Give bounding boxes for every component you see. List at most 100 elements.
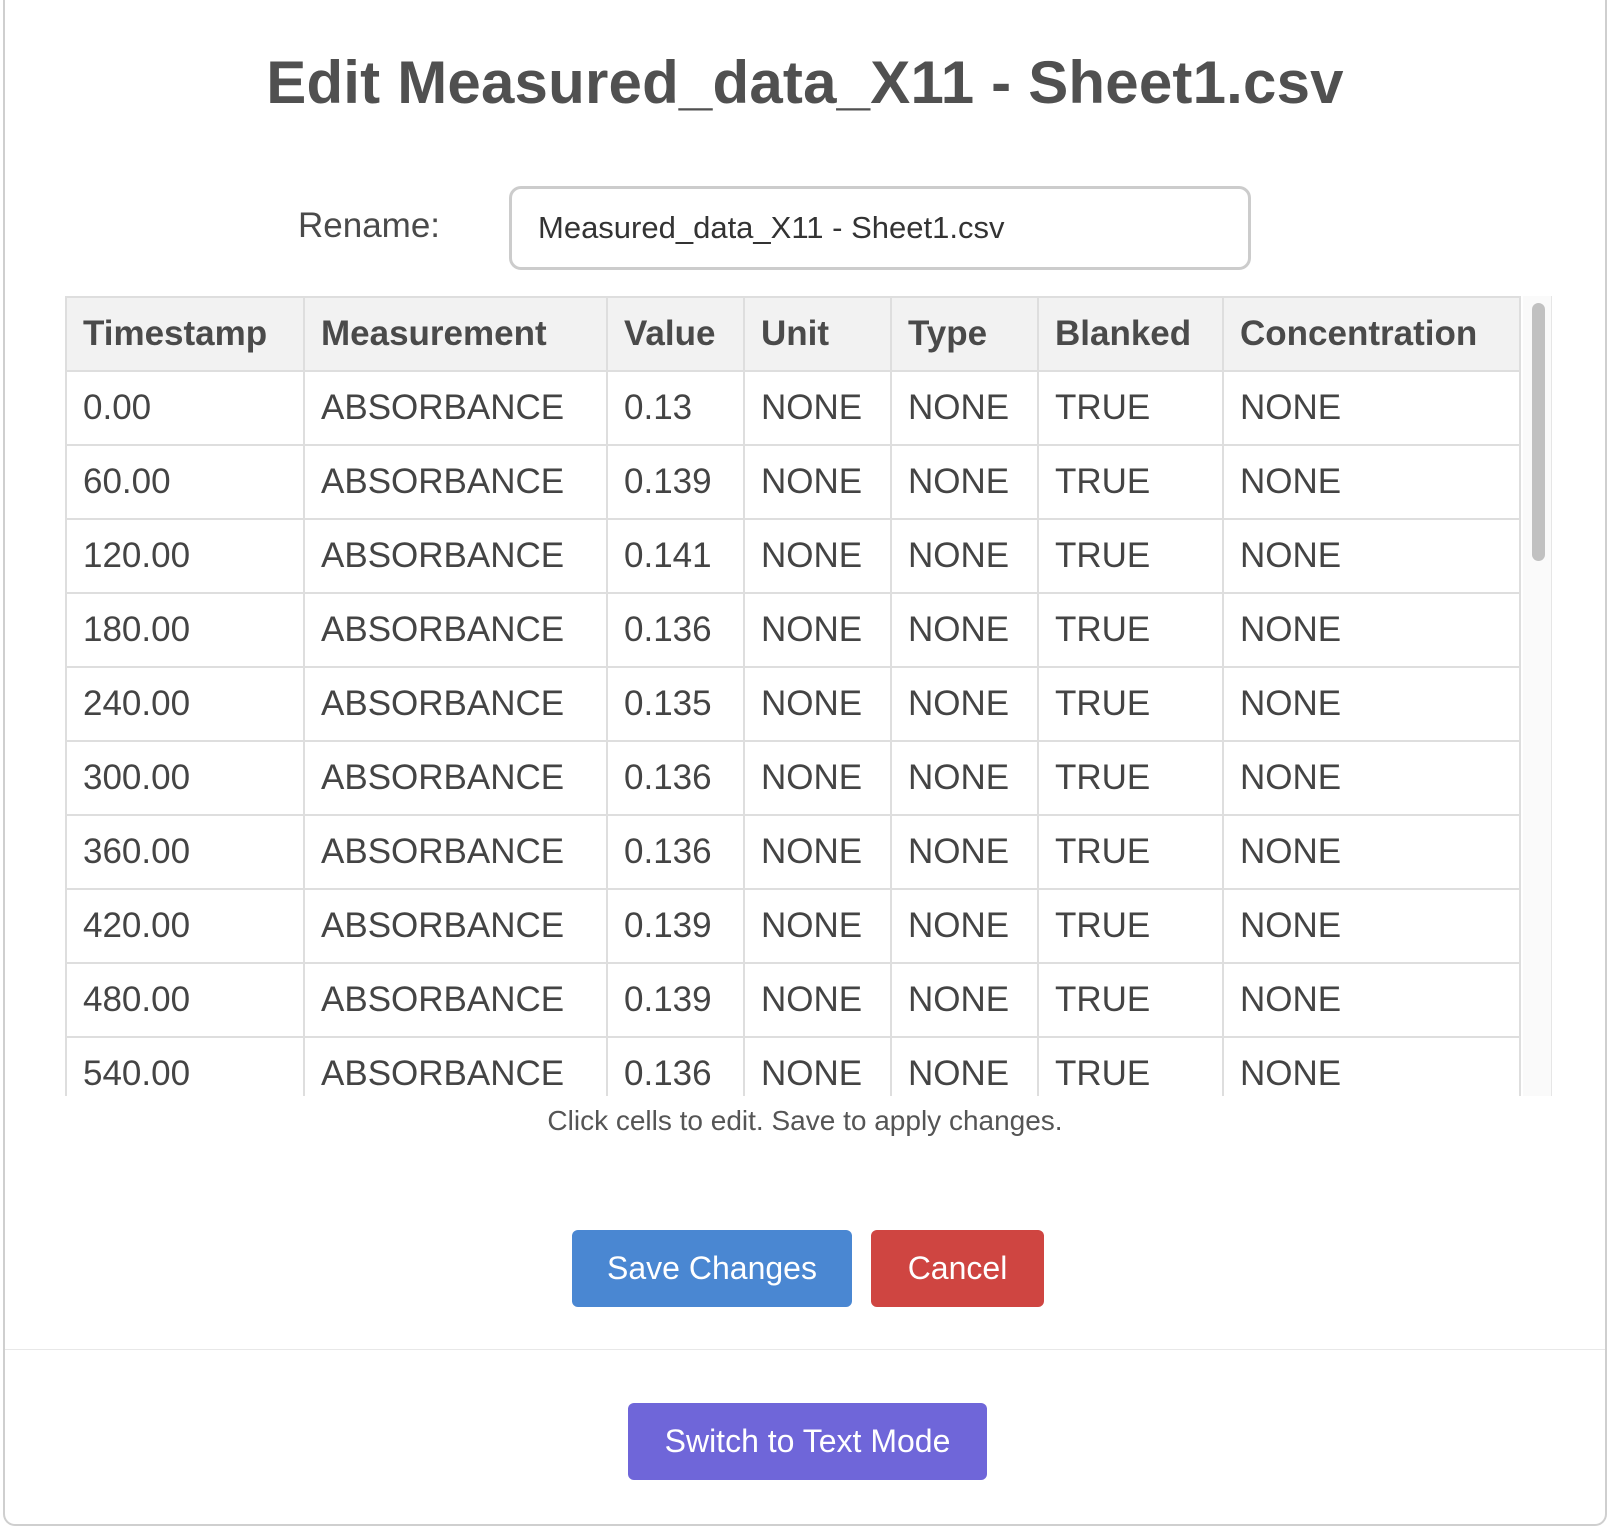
cell-concentration[interactable]: NONE: [1222, 592, 1521, 668]
cell-blanked[interactable]: TRUE: [1037, 592, 1224, 668]
cell-unit[interactable]: NONE: [743, 518, 892, 594]
cell-measurement[interactable]: ABSORBANCE: [303, 1036, 608, 1096]
cell-unit[interactable]: NONE: [743, 962, 892, 1038]
cell-measurement[interactable]: ABSORBANCE: [303, 814, 608, 890]
cell-timestamp[interactable]: 420.00: [65, 888, 305, 964]
cell-measurement[interactable]: ABSORBANCE: [303, 740, 608, 816]
cell-type[interactable]: NONE: [890, 1036, 1039, 1096]
cell-type[interactable]: NONE: [890, 444, 1039, 520]
table-row: 480.00 ABSORBANCE 0.139 NONE NONE TRUE NONE: [65, 962, 1521, 1038]
cell-blanked[interactable]: TRUE: [1037, 740, 1224, 816]
cell-value[interactable]: 0.13: [606, 370, 745, 446]
cell-unit[interactable]: NONE: [743, 592, 892, 668]
edit-hint: Click cells to edit. Save to apply chang…: [547, 1105, 1063, 1136]
cell-unit[interactable]: NONE: [743, 740, 892, 816]
cell-blanked[interactable]: TRUE: [1037, 962, 1224, 1038]
table-row: 60.00 ABSORBANCE 0.139 NONE NONE TRUE NONE: [65, 444, 1521, 520]
column-header-type: Type: [890, 296, 1039, 372]
cell-timestamp[interactable]: 360.00: [65, 814, 305, 890]
column-header-concentration: Concentration: [1222, 296, 1521, 372]
cancel-button[interactable]: Cancel: [871, 1230, 1044, 1307]
cell-measurement[interactable]: ABSORBANCE: [303, 666, 608, 742]
column-header-measurement: Measurement: [303, 296, 608, 372]
cell-timestamp[interactable]: 180.00: [65, 592, 305, 668]
cell-type[interactable]: NONE: [890, 740, 1039, 816]
cell-unit[interactable]: NONE: [743, 444, 892, 520]
cell-timestamp[interactable]: 0.00: [65, 370, 305, 446]
table-row: 540.00 ABSORBANCE 0.136 NONE NONE TRUE NONE: [65, 1036, 1521, 1096]
table-row: 300.00 ABSORBANCE 0.136 NONE NONE TRUE NONE: [65, 740, 1521, 816]
cell-value[interactable]: 0.136: [606, 740, 745, 816]
cell-blanked[interactable]: TRUE: [1037, 666, 1224, 742]
cell-concentration[interactable]: NONE: [1222, 666, 1521, 742]
data-table: Timestamp Measurement Value Unit Type Bl…: [65, 296, 1521, 1096]
cell-blanked[interactable]: TRUE: [1037, 888, 1224, 964]
cell-measurement[interactable]: ABSORBANCE: [303, 962, 608, 1038]
table-header-row: Timestamp Measurement Value Unit Type Bl…: [65, 296, 1521, 372]
table-row: 360.00 ABSORBANCE 0.136 NONE NONE TRUE NONE: [65, 814, 1521, 890]
divider: [5, 1349, 1605, 1350]
cell-concentration[interactable]: NONE: [1222, 888, 1521, 964]
cell-type[interactable]: NONE: [890, 592, 1039, 668]
cell-concentration[interactable]: NONE: [1222, 518, 1521, 594]
cell-concentration[interactable]: NONE: [1222, 1036, 1521, 1096]
cell-concentration[interactable]: NONE: [1222, 962, 1521, 1038]
cell-type[interactable]: NONE: [890, 962, 1039, 1038]
cell-value[interactable]: 0.135: [606, 666, 745, 742]
cell-type[interactable]: NONE: [890, 814, 1039, 890]
rename-input[interactable]: [509, 186, 1251, 270]
cell-blanked[interactable]: TRUE: [1037, 1036, 1224, 1096]
cell-unit[interactable]: NONE: [743, 888, 892, 964]
column-header-blanked: Blanked: [1037, 296, 1224, 372]
cell-value[interactable]: 0.141: [606, 518, 745, 594]
cell-concentration[interactable]: NONE: [1222, 370, 1521, 446]
cell-measurement[interactable]: ABSORBANCE: [303, 444, 608, 520]
column-header-unit: Unit: [743, 296, 892, 372]
cell-concentration[interactable]: NONE: [1222, 814, 1521, 890]
cell-timestamp[interactable]: 540.00: [65, 1036, 305, 1096]
cell-timestamp[interactable]: 120.00: [65, 518, 305, 594]
cell-measurement[interactable]: ABSORBANCE: [303, 888, 608, 964]
table-row: 120.00 ABSORBANCE 0.141 NONE NONE TRUE NONE: [65, 518, 1521, 594]
cell-blanked[interactable]: TRUE: [1037, 444, 1224, 520]
cell-measurement[interactable]: ABSORBANCE: [303, 518, 608, 594]
table-row: 240.00 ABSORBANCE 0.135 NONE NONE TRUE NONE: [65, 666, 1521, 742]
table-scrollbar-thumb[interactable]: [1532, 303, 1545, 561]
cell-concentration[interactable]: NONE: [1222, 444, 1521, 520]
cell-value[interactable]: 0.139: [606, 444, 745, 520]
data-table-container[interactable]: Timestamp Measurement Value Unit Type Bl…: [65, 296, 1552, 1096]
cell-type[interactable]: NONE: [890, 370, 1039, 446]
cell-value[interactable]: 0.136: [606, 592, 745, 668]
rename-label: Rename:: [298, 206, 441, 245]
table-body: 0.00 ABSORBANCE 0.13 NONE NONE TRUE NONE 60.00 A…: [65, 370, 1521, 1096]
column-header-timestamp: Timestamp: [65, 296, 305, 372]
switch-to-text-mode-button[interactable]: Switch to Text Mode: [628, 1403, 987, 1480]
cell-measurement[interactable]: ABSORBANCE: [303, 592, 608, 668]
cell-timestamp[interactable]: 240.00: [65, 666, 305, 742]
save-changes-button[interactable]: Save Changes: [572, 1230, 852, 1307]
cell-timestamp[interactable]: 60.00: [65, 444, 305, 520]
cell-unit[interactable]: NONE: [743, 814, 892, 890]
cell-type[interactable]: NONE: [890, 666, 1039, 742]
cell-blanked[interactable]: TRUE: [1037, 370, 1224, 446]
cell-concentration[interactable]: NONE: [1222, 740, 1521, 816]
cell-type[interactable]: NONE: [890, 518, 1039, 594]
table-row: 420.00 ABSORBANCE 0.139 NONE NONE TRUE NONE: [65, 888, 1521, 964]
cell-measurement[interactable]: ABSORBANCE: [303, 370, 608, 446]
cell-timestamp[interactable]: 300.00: [65, 740, 305, 816]
dialog-title: Edit Measured_data_X11 - Sheet1.csv: [266, 49, 1344, 116]
cell-type[interactable]: NONE: [890, 888, 1039, 964]
cell-value[interactable]: 0.136: [606, 1036, 745, 1096]
cell-value[interactable]: 0.139: [606, 962, 745, 1038]
cell-blanked[interactable]: TRUE: [1037, 518, 1224, 594]
cell-unit[interactable]: NONE: [743, 370, 892, 446]
cell-unit[interactable]: NONE: [743, 666, 892, 742]
cell-timestamp[interactable]: 480.00: [65, 962, 305, 1038]
edit-dialog: Edit Measured_data_X11 - Sheet1.csv Rena…: [3, 0, 1607, 1526]
cell-blanked[interactable]: TRUE: [1037, 814, 1224, 890]
cell-value[interactable]: 0.136: [606, 814, 745, 890]
table-row: 0.00 ABSORBANCE 0.13 NONE NONE TRUE NONE: [65, 370, 1521, 446]
cell-value[interactable]: 0.139: [606, 888, 745, 964]
cell-unit[interactable]: NONE: [743, 1036, 892, 1096]
table-row: 180.00 ABSORBANCE 0.136 NONE NONE TRUE NONE: [65, 592, 1521, 668]
